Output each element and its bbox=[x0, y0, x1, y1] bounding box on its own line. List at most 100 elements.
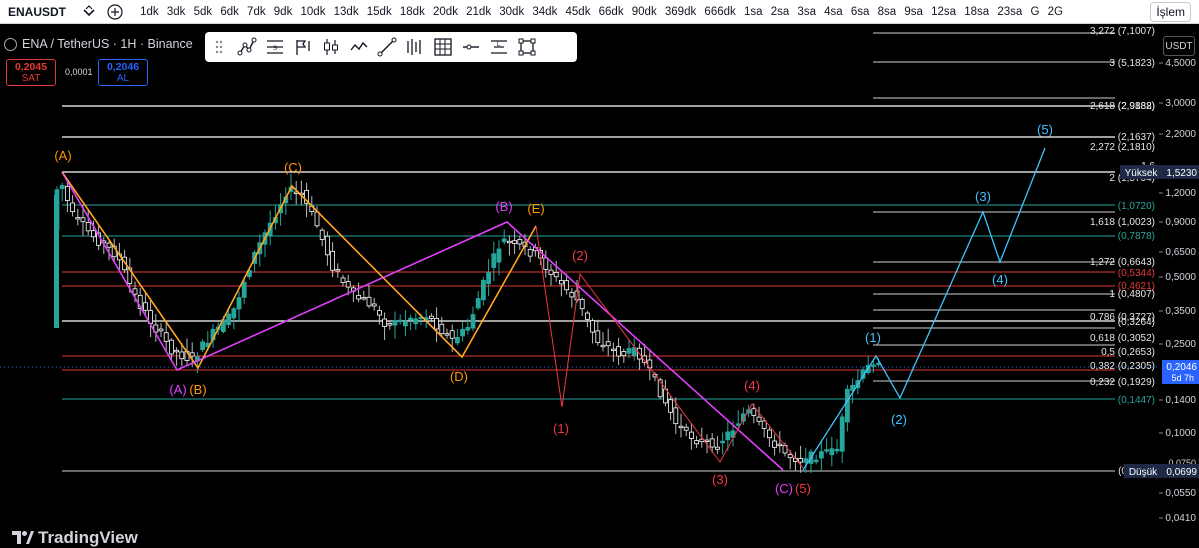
orange-wave-channel[interactable] bbox=[61, 171, 537, 369]
candle-body bbox=[501, 238, 507, 243]
buy-button[interactable]: 0,2046 AL bbox=[98, 59, 148, 86]
buy-price: 0,2046 bbox=[106, 61, 140, 73]
interval-23sa[interactable]: 23sa bbox=[993, 6, 1026, 18]
candle-body bbox=[735, 423, 741, 426]
interval-45dk[interactable]: 45dk bbox=[561, 6, 594, 18]
interval-18sa[interactable]: 18sa bbox=[960, 6, 993, 18]
interval-34dk[interactable]: 34dk bbox=[528, 6, 561, 18]
candle-body bbox=[709, 438, 715, 448]
candle-body bbox=[345, 281, 351, 288]
interval-666dk[interactable]: 666dk bbox=[700, 6, 740, 18]
low-label: Düşük bbox=[1129, 467, 1158, 478]
candle-body bbox=[241, 281, 247, 298]
sell-button[interactable]: 0,2045 SAT bbox=[6, 59, 56, 86]
interval-9dk[interactable]: 9dk bbox=[270, 6, 297, 18]
trend-line-icon[interactable] bbox=[373, 36, 401, 58]
candle-body bbox=[163, 332, 169, 342]
wave-label: (D) bbox=[450, 369, 468, 384]
candle-body bbox=[174, 349, 180, 353]
candle-body bbox=[434, 317, 440, 330]
candle-body bbox=[319, 229, 325, 240]
orange-wave-pattern[interactable] bbox=[61, 171, 537, 370]
wave-label: (2) bbox=[572, 248, 588, 263]
wave-label: (3) bbox=[975, 189, 991, 204]
interval-9sa[interactable]: 9sa bbox=[900, 6, 927, 18]
candle-body bbox=[428, 315, 434, 319]
rectangle-tool-icon[interactable] bbox=[513, 36, 541, 58]
candle-body bbox=[824, 449, 829, 452]
price-chart[interactable]: (A)(B)(C)(D)(E)(A)(B)(C)(1)(2)(3)(4)(5)(… bbox=[0, 24, 1199, 547]
top-toolbar: ENAUSDT 1dk 3dk 5dk 6dk 7dk 9dk 10dk 13dk 15dk 18… bbox=[0, 0, 1199, 24]
symbol-search-button[interactable]: ENAUSDT bbox=[0, 5, 76, 19]
chart-legend: ENA / TetherUS · 1H · Binance bbox=[4, 37, 193, 51]
interval-5dk[interactable]: 5dk bbox=[189, 6, 216, 18]
interval-8sa[interactable]: 8sa bbox=[874, 6, 901, 18]
flag-tool-icon[interactable] bbox=[289, 36, 317, 58]
interval-6dk[interactable]: 6dk bbox=[216, 6, 243, 18]
candle-body bbox=[371, 303, 377, 307]
interval-21dk[interactable]: 21dk bbox=[462, 6, 495, 18]
candle-body bbox=[605, 341, 611, 347]
add-symbol-icon[interactable] bbox=[106, 3, 124, 21]
candle-body bbox=[673, 407, 679, 425]
currency-button[interactable]: USDT bbox=[1163, 36, 1195, 56]
wave-label: (B) bbox=[189, 382, 206, 397]
interval-10dk[interactable]: 10dk bbox=[296, 6, 329, 18]
horizontal-line-icon[interactable] bbox=[457, 36, 485, 58]
wave-label: (1) bbox=[553, 421, 569, 436]
candle-body bbox=[715, 446, 720, 450]
interval-3dk[interactable]: 3dk bbox=[163, 6, 190, 18]
fib-level-label: 0,618 (0,3052) bbox=[1090, 333, 1155, 344]
candle-body bbox=[839, 416, 845, 452]
candle-tool-icon[interactable] bbox=[317, 36, 345, 58]
interval-13dk[interactable]: 13dk bbox=[330, 6, 363, 18]
candle-body bbox=[689, 431, 694, 439]
line-style-icon[interactable] bbox=[345, 36, 373, 58]
fib-level-label: (1,0720) bbox=[1118, 201, 1155, 212]
interval-6sa[interactable]: 6sa bbox=[847, 6, 874, 18]
candle-body bbox=[444, 333, 450, 336]
candle-body bbox=[819, 451, 824, 459]
interval-1dk[interactable]: 1dk bbox=[136, 6, 163, 18]
bars-pattern-icon[interactable] bbox=[401, 36, 429, 58]
red-wave-outline[interactable] bbox=[579, 273, 721, 463]
candle-body bbox=[226, 313, 232, 326]
interval-369dk[interactable]: 369dk bbox=[661, 6, 701, 18]
interval-15dk[interactable]: 15dk bbox=[363, 6, 396, 18]
interval-20dk[interactable]: 20dk bbox=[429, 6, 462, 18]
interval-1sa[interactable]: 1sa bbox=[740, 6, 767, 18]
grid-tool-icon[interactable] bbox=[429, 36, 457, 58]
candle-body bbox=[845, 388, 850, 423]
interval-G[interactable]: G bbox=[1026, 6, 1043, 18]
fib-level-label: (2,9188) bbox=[1118, 101, 1155, 112]
text-tool-icon[interactable]: L bbox=[485, 36, 513, 58]
interval-30dk[interactable]: 30dk bbox=[495, 6, 528, 18]
interval-7dk[interactable]: 7dk bbox=[243, 6, 270, 18]
interval-90dk[interactable]: 90dk bbox=[628, 6, 661, 18]
trade-button[interactable]: İşlem bbox=[1150, 2, 1191, 22]
drag-handle-icon[interactable] bbox=[205, 36, 233, 58]
drawing-toolbar: S L bbox=[205, 32, 577, 62]
symbol-dropdown-icon[interactable] bbox=[80, 3, 98, 21]
candle-body bbox=[585, 312, 590, 320]
candle-body bbox=[767, 429, 772, 439]
wave-label: (2) bbox=[891, 412, 907, 427]
candle-body bbox=[480, 279, 486, 301]
axis-tick-label: 3,0000 bbox=[1165, 98, 1196, 109]
interval-66dk[interactable]: 66dk bbox=[595, 6, 628, 18]
interval-12sa[interactable]: 12sa bbox=[927, 6, 960, 18]
interval-4sa[interactable]: 4sa bbox=[820, 6, 847, 18]
interval-2sa[interactable]: 2sa bbox=[767, 6, 794, 18]
candle-body bbox=[397, 319, 403, 323]
interval-3sa[interactable]: 3sa bbox=[793, 6, 820, 18]
cyan-wave-projection[interactable] bbox=[802, 147, 1046, 471]
candle-body bbox=[564, 280, 569, 291]
candle-body bbox=[413, 318, 419, 325]
interval-18dk[interactable]: 18dk bbox=[396, 6, 429, 18]
interval-2G[interactable]: 2G bbox=[1044, 6, 1068, 18]
candle-body bbox=[553, 271, 559, 278]
fib-level-label: (0,1447) bbox=[1118, 395, 1155, 406]
pattern-tool-icon[interactable] bbox=[233, 36, 261, 58]
settings-tool-icon[interactable]: S bbox=[261, 36, 289, 58]
candle-body bbox=[449, 330, 455, 339]
